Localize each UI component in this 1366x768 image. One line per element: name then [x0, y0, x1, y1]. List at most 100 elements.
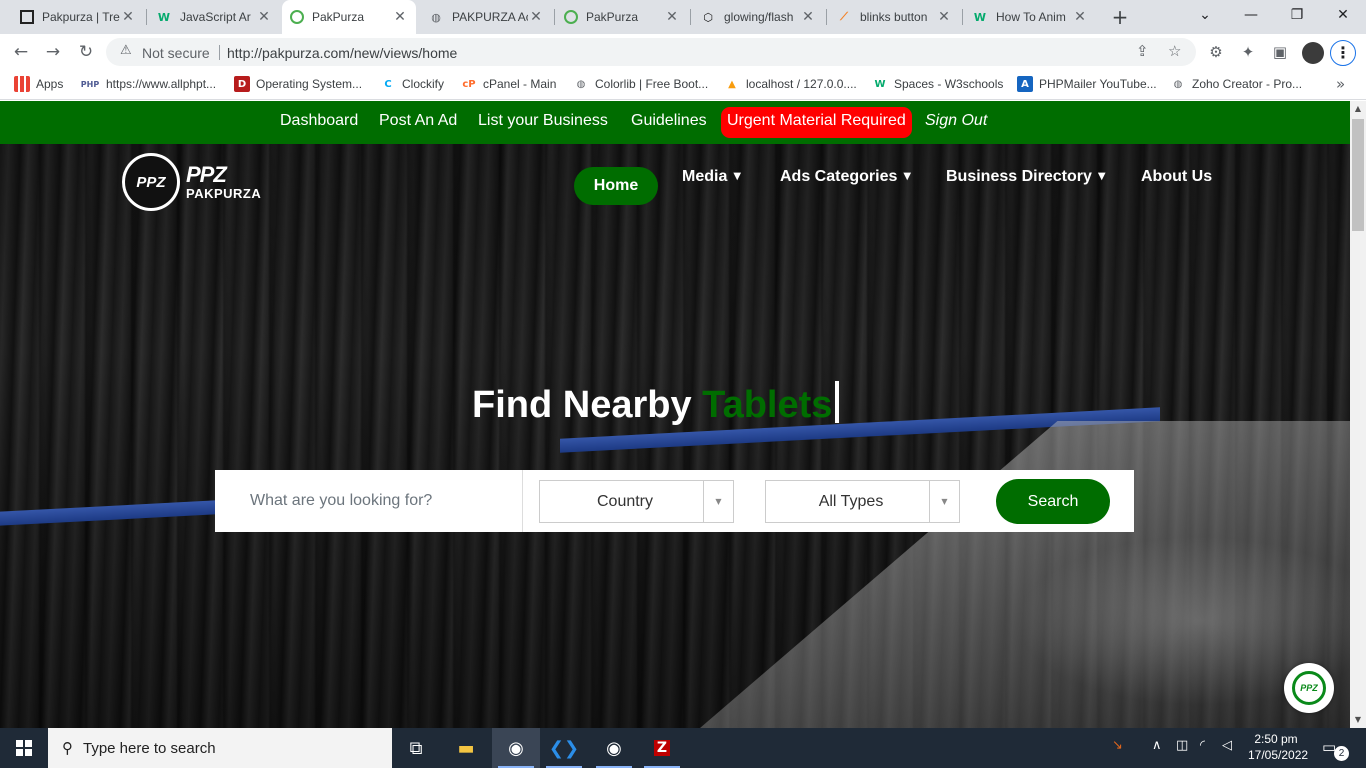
logo-mark: PPZ — [186, 161, 227, 187]
chevron-up-icon[interactable]: ∧ — [1152, 738, 1162, 753]
browser-tab-active[interactable]: PakPurza ✕ — [282, 0, 416, 34]
clock-time: 2:50 pm — [1254, 732, 1298, 746]
new-tab-icon[interactable]: + — [1108, 5, 1132, 29]
nav-dashboard-link[interactable]: Dashboard — [280, 112, 358, 130]
bookmark-item[interactable]: ◍ Colorlib | Free Boot... — [573, 76, 709, 92]
nav-about-link[interactable]: About Us — [1141, 168, 1212, 186]
kebab-menu-icon[interactable]: ⋮ — [1330, 40, 1356, 66]
start-button[interactable] — [0, 728, 48, 768]
country-select[interactable]: Country ▼ — [539, 480, 734, 523]
nav-guidelines-link[interactable]: Guidelines — [631, 112, 707, 130]
browser-tab[interactable]: ⬡ glowing/flash ✕ — [692, 0, 824, 34]
nav-list-business-link[interactable]: List your Business — [478, 112, 608, 130]
taskbar-search-box[interactable]: ⚲ Type here to search — [48, 728, 392, 768]
file-explorer-icon[interactable]: ▬ — [442, 728, 490, 768]
browser-tab[interactable]: Pakpurza | Tre ✕ — [12, 0, 144, 34]
forward-icon[interactable]: → — [41, 40, 65, 64]
security-label[interactable]: Not secure — [142, 45, 210, 61]
badge-mark: PPZ — [1300, 683, 1318, 693]
site-logo[interactable]: PPZ PPZ PAKPURZA — [122, 153, 261, 211]
bookmark-item[interactable]: D Operating System... — [234, 76, 362, 92]
close-icon[interactable]: ✕ — [120, 9, 136, 25]
more-bookmarks-icon[interactable]: » — [1336, 75, 1345, 93]
close-icon[interactable]: ✕ — [392, 9, 408, 25]
page-scrollbar[interactable]: ▲ ▼ — [1350, 101, 1366, 728]
tab-separator — [146, 9, 147, 25]
tab-search-icon[interactable]: ⌄ — [1182, 0, 1228, 32]
globe-icon: ◍ — [576, 78, 586, 90]
type-select[interactable]: All Types ▼ — [765, 480, 960, 523]
chrome-icon[interactable]: ◉ — [590, 728, 638, 768]
chevron-down-icon[interactable]: ▼ — [703, 481, 733, 522]
warning-icon[interactable]: ⚠ — [120, 43, 132, 58]
stackoverflow-icon: ⟋ — [840, 10, 848, 23]
close-icon[interactable]: ✕ — [256, 9, 272, 25]
close-icon[interactable]: ✕ — [800, 9, 816, 25]
browser-tab[interactable]: PakPurza ✕ — [556, 0, 688, 34]
reload-icon[interactable]: ↻ — [74, 40, 98, 64]
nav-home-button[interactable]: Home — [574, 167, 658, 205]
nav-post-ad-link[interactable]: Post An Ad — [379, 112, 457, 130]
browser-toolbar: ← → ↻ ⚠ Not secure http://pakpurza.com/n… — [0, 34, 1366, 70]
camera-icon[interactable]: ◫ — [1176, 738, 1188, 753]
bookmark-label: localhost / 127.0.0.... — [746, 77, 857, 91]
minimize-icon[interactable]: — — [1228, 0, 1274, 32]
scroll-down-icon[interactable]: ▼ — [1350, 712, 1366, 728]
bookmark-label: Apps — [36, 77, 64, 91]
browser-tab[interactable]: W How To Anim ✕ — [964, 0, 1096, 34]
bookmark-item[interactable]: W Spaces - W3schools — [872, 76, 1003, 92]
close-icon[interactable]: ✕ — [936, 9, 952, 25]
taskbar-search-placeholder: Type here to search — [83, 739, 216, 757]
pakpurza-badge-icon: PPZ — [1292, 671, 1326, 705]
notification-icon[interactable]: ▭ 2 — [1322, 738, 1349, 761]
close-icon[interactable]: ✕ — [528, 9, 544, 25]
chrome-icon[interactable]: ◉ — [492, 728, 540, 768]
wifi-icon[interactable]: ◜ — [1200, 738, 1205, 753]
trend-icon[interactable]: ↘ — [1112, 738, 1123, 753]
taskbar-clock[interactable]: 2:50 pm 17/05/2022 — [1248, 731, 1308, 763]
task-view-icon[interactable]: ⧉ — [392, 728, 440, 768]
bookmark-label: Colorlib | Free Boot... — [595, 77, 709, 91]
nav-business-directory-dropdown[interactable]: Business Directory ▼ — [946, 168, 1106, 186]
bookmark-item[interactable]: cP cPanel - Main — [461, 76, 556, 92]
bookmark-item[interactable]: ▲ localhost / 127.0.0.... — [724, 76, 857, 92]
nav-home-label: Home — [593, 177, 639, 194]
scroll-up-icon[interactable]: ▲ — [1350, 101, 1366, 117]
nav-media-dropdown[interactable]: Media ▼ — [682, 168, 741, 186]
bookmark-star-icon[interactable]: ☆ — [1168, 42, 1181, 60]
pakpurza-icon — [20, 10, 34, 24]
browser-tab[interactable]: W JavaScript Ar ✕ — [148, 0, 280, 34]
chat-widget-button[interactable]: PPZ — [1284, 663, 1334, 713]
search-input[interactable] — [215, 470, 523, 532]
nav-ads-categories-dropdown[interactable]: Ads Categories ▼ — [780, 168, 911, 186]
restore-icon[interactable]: ❐ — [1274, 0, 1320, 32]
address-bar[interactable]: ⚠ Not secure http://pakpurza.com/new/vie… — [106, 38, 1196, 66]
filezilla-icon[interactable]: Z — [638, 728, 686, 768]
bookmark-item[interactable]: C Clockify — [380, 76, 444, 92]
extension-icon[interactable]: ⚙ — [1206, 42, 1226, 62]
side-panel-icon[interactable]: ▣ — [1270, 42, 1290, 62]
volume-icon[interactable]: ◁ — [1222, 738, 1232, 753]
phpmailer-icon: A — [1017, 76, 1033, 92]
bookmark-item[interactable]: ◍ Zoho Creator - Pro... — [1170, 76, 1302, 92]
scroll-thumb[interactable] — [1352, 119, 1364, 231]
vscode-icon[interactable]: ❮❯ — [540, 728, 588, 768]
search-button[interactable]: Search — [996, 479, 1110, 524]
back-icon[interactable]: ← — [9, 40, 33, 64]
browser-tab[interactable]: ◍ PAKPURZA Ac ✕ — [420, 0, 552, 34]
close-icon[interactable]: ✕ — [1072, 9, 1088, 25]
bookmark-item[interactable]: Apps — [14, 76, 63, 92]
bookmark-item[interactable]: PHP https://www.allphpt... — [80, 76, 216, 92]
share-icon[interactable]: ⇪ — [1136, 42, 1149, 60]
close-window-icon[interactable]: ✕ — [1320, 0, 1366, 32]
chevron-down-icon[interactable]: ▼ — [929, 481, 959, 522]
browser-tab[interactable]: ⟋ blinks button ✕ — [828, 0, 960, 34]
headline-typed-word: Tablets — [702, 384, 833, 426]
url-text[interactable]: http://pakpurza.com/new/views/home — [227, 45, 457, 61]
urgent-material-button[interactable]: Urgent Material Required — [721, 107, 912, 138]
puzzle-icon[interactable]: ✦ — [1238, 42, 1258, 62]
sign-out-link[interactable]: Sign Out — [925, 112, 987, 130]
bookmark-item[interactable]: A PHPMailer YouTube... — [1017, 76, 1157, 92]
avatar[interactable] — [1302, 42, 1324, 64]
close-icon[interactable]: ✕ — [664, 9, 680, 25]
